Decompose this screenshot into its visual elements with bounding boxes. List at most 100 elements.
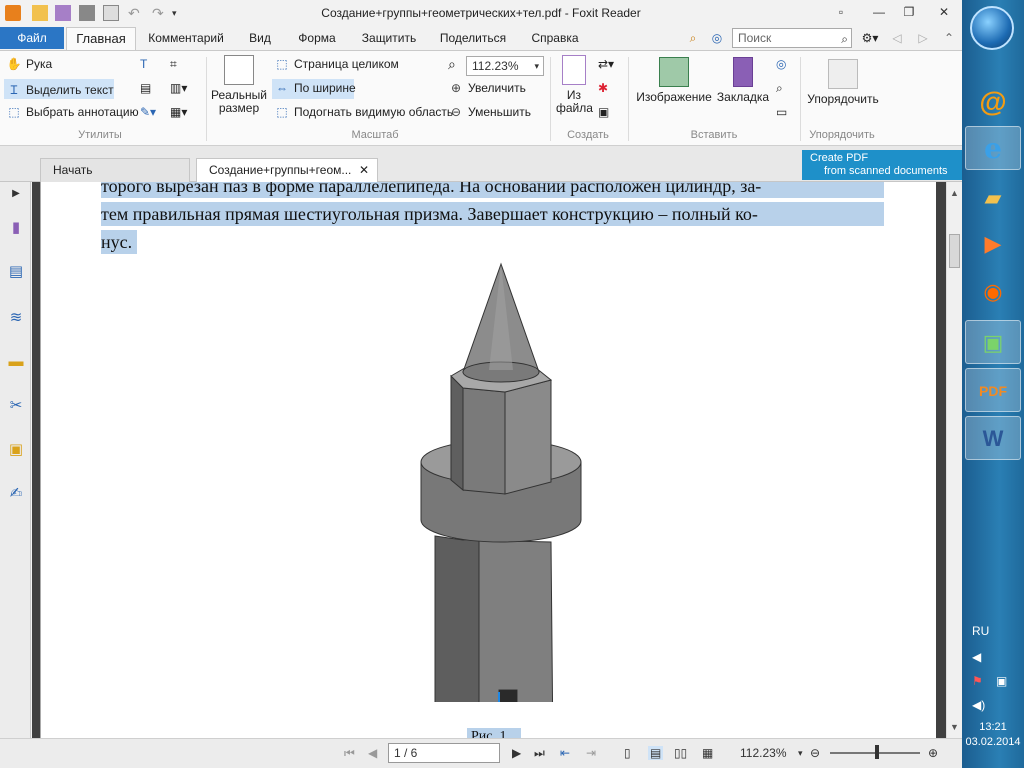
- text-line[interactable]: тем правильная прямая шестиугольная приз…: [101, 202, 884, 226]
- hand-tool-button[interactable]: ✋ Рука: [6, 57, 53, 71]
- collapse-ribbon-icon[interactable]: ⌃: [942, 27, 956, 50]
- page-number-input[interactable]: 1 / 6: [388, 743, 500, 763]
- language-indicator[interactable]: RU: [972, 624, 989, 638]
- previous-result-icon[interactable]: ◁: [890, 27, 904, 50]
- tab-home[interactable]: Главная: [66, 27, 136, 50]
- last-page-icon[interactable]: ⏭: [534, 746, 545, 761]
- show-hidden-icons-icon[interactable]: ◀: [972, 650, 981, 664]
- arrange-button[interactable]: Упорядочить: [806, 59, 880, 106]
- document-view[interactable]: торого вырезан паз в форме параллелепипе…: [32, 182, 946, 738]
- media-player-icon[interactable]: ▶: [965, 222, 1021, 266]
- text-line[interactable]: нус.: [101, 230, 137, 254]
- insert-image-button[interactable]: Изображение: [636, 57, 712, 104]
- find-icon[interactable]: ⌕: [684, 27, 702, 50]
- first-page-icon[interactable]: ⏮: [344, 746, 355, 761]
- internet-explorer-icon[interactable]: e: [965, 126, 1021, 170]
- actual-size-button[interactable]: Реальный размер: [210, 55, 268, 115]
- convert-icon[interactable]: ⇄▾: [598, 57, 614, 71]
- zoom-menu-chevron-icon[interactable]: ▾: [798, 748, 803, 759]
- web-link-icon[interactable]: ◎: [776, 57, 786, 71]
- zoom-in-status-icon[interactable]: ⊕: [928, 746, 938, 760]
- network-icon[interactable]: ▣: [996, 674, 1007, 688]
- scroll-down-icon[interactable]: ▼: [947, 722, 962, 732]
- zoom-out-button[interactable]: ⊖ Уменьшить: [448, 105, 531, 119]
- pdf-page[interactable]: торого вырезан паз в форме параллелепипе…: [40, 182, 936, 738]
- comment-icon[interactable]: ▤: [140, 81, 151, 95]
- next-result-icon[interactable]: ▷: [916, 27, 930, 50]
- from-file-button[interactable]: Из файла: [556, 55, 593, 115]
- video-icon[interactable]: ▭: [776, 105, 787, 119]
- tab-share[interactable]: Поделиться: [438, 27, 508, 50]
- search-icon[interactable]: ⌕: [841, 30, 848, 48]
- attachments-icon[interactable]: ✂: [6, 396, 26, 416]
- scan-icon[interactable]: ▣: [598, 105, 609, 119]
- tab-help[interactable]: Справка: [528, 27, 582, 50]
- tab-file[interactable]: Файл: [0, 27, 64, 49]
- zoom-select[interactable]: 112.23% ▾: [466, 56, 544, 76]
- fit-width-button[interactable]: ⇔ По ширине: [272, 79, 356, 99]
- previous-page-icon[interactable]: ◀: [368, 746, 377, 760]
- network-manager-icon[interactable]: ▣: [965, 320, 1021, 364]
- mail-app-icon[interactable]: @: [965, 80, 1021, 124]
- facing-pages-icon[interactable]: ▯▯: [674, 746, 687, 760]
- insert-bookmark-button[interactable]: Закладка: [716, 57, 770, 104]
- next-view-icon[interactable]: ⇥: [586, 746, 596, 760]
- system-clock[interactable]: 13:21 03.02.2014: [962, 720, 1024, 750]
- select-text-button[interactable]: Ɪ Выделить текст: [4, 79, 114, 99]
- close-tab-icon[interactable]: ✕: [359, 159, 369, 181]
- stamp-icon[interactable]: ▦▾: [170, 105, 187, 119]
- volume-icon[interactable]: ◀): [972, 698, 985, 712]
- web-search-icon[interactable]: ◎: [708, 27, 726, 50]
- word-icon[interactable]: W: [965, 416, 1021, 460]
- snapshot-icon[interactable]: ⌗: [170, 57, 177, 72]
- pages-icon[interactable]: ▤: [6, 262, 26, 282]
- full-page-button[interactable]: ⬚ Страница целиком: [274, 57, 398, 71]
- scroll-up-icon[interactable]: ▲: [947, 188, 962, 198]
- figure-caption[interactable]: Рис. 1: [467, 728, 521, 738]
- pen-icon[interactable]: ✎▾: [140, 105, 156, 119]
- bookmarks-icon[interactable]: ▮: [6, 218, 26, 238]
- tab-protect[interactable]: Защитить: [357, 27, 421, 50]
- firefox-icon[interactable]: ◉: [965, 270, 1021, 314]
- settings-gear-icon[interactable]: ⚙▾: [858, 27, 882, 50]
- file-explorer-icon[interactable]: ▰: [965, 176, 1021, 220]
- signature-icon[interactable]: ✍: [6, 484, 26, 504]
- scroll-thumb[interactable]: [949, 234, 960, 268]
- foxit-reader-taskbar-icon[interactable]: PDF: [965, 368, 1021, 412]
- layers-icon[interactable]: ≋: [6, 308, 26, 328]
- vertical-scrollbar[interactable]: ▲ ▼: [946, 182, 962, 738]
- zoom-magnifier-icon[interactable]: ⌕: [448, 56, 456, 73]
- minimize-button[interactable]: —: [870, 4, 888, 20]
- security-lock-icon[interactable]: ▣: [6, 440, 26, 460]
- next-page-icon[interactable]: ▶: [512, 746, 521, 760]
- expand-panel-icon[interactable]: ▶: [6, 184, 26, 204]
- tab-comment[interactable]: Комментарий: [142, 27, 230, 50]
- tab-document[interactable]: Создание+группы+геом... ✕: [196, 158, 378, 182]
- zoom-percentage[interactable]: 112.23%: [740, 746, 786, 760]
- text-line[interactable]: торого вырезан паз в форме параллелепипе…: [101, 182, 884, 198]
- new-blank-icon[interactable]: ✱: [598, 81, 608, 95]
- restore-button[interactable]: ❐: [900, 4, 918, 20]
- create-pdf-banner[interactable]: Create PDF from scanned documents: [802, 150, 962, 180]
- close-button[interactable]: ✕: [935, 4, 953, 20]
- tab-view[interactable]: Вид: [240, 27, 280, 50]
- comments-icon[interactable]: ▬: [6, 352, 26, 372]
- clipboard-icon[interactable]: ▥▾: [170, 81, 187, 95]
- zoom-out-status-icon[interactable]: ⊖: [810, 746, 820, 760]
- ribbon-options-icon[interactable]: ▫: [832, 4, 850, 20]
- previous-view-icon[interactable]: ⇤: [560, 746, 570, 760]
- single-page-icon[interactable]: ▯: [624, 746, 631, 760]
- zoom-in-button[interactable]: ⊕ Увеличить: [448, 81, 526, 95]
- tab-form[interactable]: Форма: [292, 27, 342, 50]
- tab-start[interactable]: Начать: [40, 158, 190, 182]
- attachment-icon[interactable]: ⌕: [776, 81, 783, 96]
- select-annotation-button[interactable]: ⬚ Выбрать аннотацию: [6, 105, 138, 119]
- search-input[interactable]: Поиск ⌕: [732, 28, 852, 48]
- continuous-page-icon[interactable]: ▤: [648, 746, 664, 760]
- typewriter-icon[interactable]: T: [140, 57, 147, 71]
- action-center-flag-icon[interactable]: ⚑: [972, 674, 983, 688]
- continuous-facing-icon[interactable]: ▦: [702, 746, 713, 760]
- zoom-slider-thumb[interactable]: [875, 745, 879, 759]
- start-button[interactable]: [970, 6, 1014, 50]
- fit-visible-button[interactable]: ⬚ Подогнать видимую область: [274, 105, 453, 119]
